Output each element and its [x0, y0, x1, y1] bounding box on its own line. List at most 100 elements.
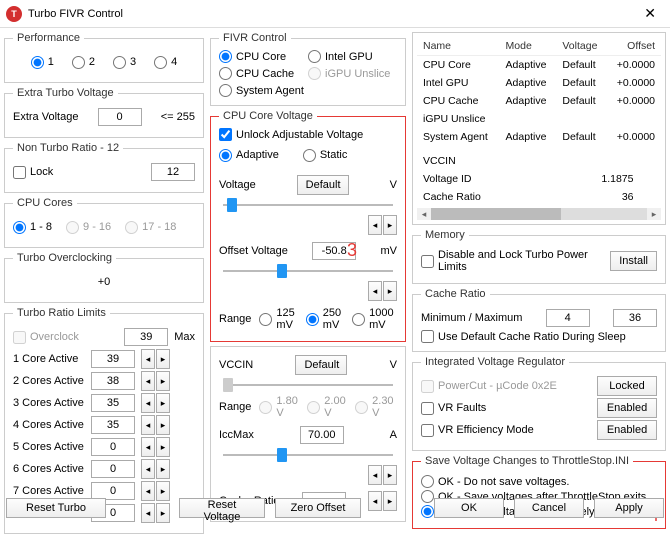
- core-value-input[interactable]: [91, 372, 135, 390]
- voltage-up[interactable]: ▸: [383, 215, 397, 235]
- core-down[interactable]: ◂: [141, 371, 155, 391]
- cores-option[interactable]: 1 - 8: [13, 221, 52, 234]
- core-row: 3 Cores Active◂▸: [13, 393, 195, 413]
- voltage-mode-option[interactable]: Static: [303, 149, 348, 162]
- offset-down[interactable]: ◂: [368, 281, 382, 301]
- performance-option[interactable]: 4: [154, 56, 177, 69]
- disable-power-limits-checkbox[interactable]: Disable and Lock Turbo Power Limits: [421, 249, 604, 273]
- fivr-option[interactable]: System Agent: [219, 84, 308, 97]
- voltage-table-group: NameModeVoltageOffset CPU CoreAdaptiveDe…: [412, 32, 666, 225]
- cpu-core-voltage-group: CPU Core Voltage 3 Unlock Adjustable Vol…: [210, 110, 406, 342]
- extra-turbo-group: Extra Turbo Voltage Extra Voltage <= 255: [4, 87, 204, 138]
- core-row: 2 Cores Active◂▸: [13, 371, 195, 391]
- cache-sleep-checkbox[interactable]: Use Default Cache Ratio During Sleep: [421, 330, 657, 343]
- vrfaults-checkbox[interactable]: VR Faults: [421, 402, 486, 415]
- core-value-input[interactable]: [91, 438, 135, 456]
- core-value-input[interactable]: [91, 416, 135, 434]
- lock-checkbox[interactable]: Lock: [13, 166, 53, 179]
- voltage-down[interactable]: ◂: [368, 215, 382, 235]
- vreff-button[interactable]: Enabled: [597, 420, 657, 440]
- table-row: iGPU Unslice: [417, 110, 661, 128]
- extra-voltage-input[interactable]: [98, 108, 142, 126]
- cancel-button[interactable]: Cancel: [514, 498, 584, 518]
- core-up[interactable]: ▸: [156, 415, 170, 435]
- core-down[interactable]: ◂: [141, 349, 155, 369]
- offset-range-option[interactable]: 1000 mV: [352, 307, 397, 331]
- install-button[interactable]: Install: [610, 251, 657, 271]
- cache-max-input[interactable]: [613, 309, 657, 327]
- offset-slider[interactable]: [219, 263, 397, 279]
- core-up[interactable]: ▸: [156, 459, 170, 479]
- performance-option[interactable]: 1: [31, 56, 54, 69]
- core-up[interactable]: ▸: [156, 371, 170, 391]
- cache-ratio-group: Cache Ratio Minimum / Maximum Use Defaul…: [412, 288, 666, 352]
- offset-up[interactable]: ▸: [383, 281, 397, 301]
- core-row: 4 Cores Active◂▸: [13, 415, 195, 435]
- powercut-locked-button[interactable]: Locked: [597, 376, 657, 396]
- vccin-default-button[interactable]: Default: [295, 355, 347, 375]
- fivr-control-group: FIVR Control CPU CoreIntel GPUCPU Cachei…: [210, 32, 406, 106]
- ok-button[interactable]: OK: [434, 498, 504, 518]
- performance-option[interactable]: 3: [113, 56, 136, 69]
- core-row: 6 Cores Active◂▸: [13, 459, 195, 479]
- core-down[interactable]: ◂: [141, 459, 155, 479]
- core-down[interactable]: ◂: [141, 437, 155, 457]
- iccmax-slider[interactable]: [219, 447, 397, 463]
- core-down[interactable]: ◂: [141, 393, 155, 413]
- app-icon: T: [6, 6, 22, 22]
- save-option[interactable]: OK - Do not save voltages.: [421, 475, 657, 488]
- apply-button[interactable]: Apply: [594, 498, 664, 518]
- vccin-slider[interactable]: [219, 377, 397, 393]
- iccmax-down[interactable]: ◂: [368, 465, 382, 485]
- core-value-input[interactable]: [91, 394, 135, 412]
- core-up[interactable]: ▸: [156, 437, 170, 457]
- unlock-voltage-checkbox[interactable]: Unlock Adjustable Voltage: [219, 128, 397, 141]
- fivr-option[interactable]: CPU Cache: [219, 67, 308, 80]
- voltage-default-button[interactable]: Default: [297, 175, 349, 195]
- voltage-mode-option[interactable]: Adaptive: [219, 149, 279, 162]
- cpu-cores-group: CPU Cores 1 - 89 - 1617 - 18: [4, 197, 204, 248]
- zero-offset-button[interactable]: Zero Offset: [275, 498, 361, 518]
- core-down[interactable]: ◂: [141, 415, 155, 435]
- fivr-option[interactable]: Intel GPU: [308, 50, 397, 63]
- annotation-3: 3: [347, 240, 357, 261]
- non-turbo-group: Non Turbo Ratio - 12 Lock: [4, 142, 204, 193]
- vreff-checkbox[interactable]: VR Efficiency Mode: [421, 424, 534, 437]
- table-row: Voltage ID1.1875: [417, 170, 661, 188]
- vccin-range-option: 2.00 V: [307, 395, 349, 419]
- cache-min-input[interactable]: [546, 309, 590, 327]
- vccin-range-option: 2.30 V: [355, 395, 397, 419]
- table-row: CPU CacheAdaptiveDefault+0.0000: [417, 92, 661, 110]
- reset-voltage-button[interactable]: Reset Voltage: [179, 498, 265, 518]
- overclock-value[interactable]: [124, 328, 168, 346]
- offset-range-option[interactable]: 250 mV: [306, 307, 346, 331]
- close-icon[interactable]: ✕: [636, 3, 664, 24]
- iccmax-input[interactable]: [300, 426, 344, 444]
- window-title: Turbo FIVR Control: [28, 8, 123, 20]
- table-row: System AgentAdaptiveDefault+0.0000: [417, 128, 661, 146]
- iccmax-up[interactable]: ▸: [383, 465, 397, 485]
- fivr-option: iGPU Unslice: [308, 67, 397, 80]
- table-scrollbar[interactable]: ◂▸: [417, 208, 661, 220]
- core-up[interactable]: ▸: [156, 393, 170, 413]
- memory-group: Memory Disable and Lock Turbo Power Limi…: [412, 229, 666, 284]
- non-turbo-input[interactable]: [151, 163, 195, 181]
- offset-range-option[interactable]: 125 mV: [259, 307, 299, 331]
- reset-turbo-button[interactable]: Reset Turbo: [6, 498, 106, 518]
- core-row: 1 Core Active◂▸: [13, 349, 195, 369]
- vccin-group: VCCIN Default V Range 1.80 V2.00 V2.30 V…: [210, 346, 406, 522]
- overclock-checkbox[interactable]: Overclock: [13, 331, 79, 344]
- core-value-input[interactable]: [91, 350, 135, 368]
- performance-option[interactable]: 2: [72, 56, 95, 69]
- cores-option: 17 - 18: [125, 221, 176, 234]
- fivr-option[interactable]: CPU Core: [219, 50, 308, 63]
- core-value-input[interactable]: [91, 460, 135, 478]
- vccin-range-option: 1.80 V: [259, 395, 301, 419]
- vrfaults-button[interactable]: Enabled: [597, 398, 657, 418]
- table-row: VCCIN: [417, 152, 661, 170]
- powercut-checkbox: PowerCut - µCode 0x2E: [421, 380, 557, 393]
- performance-legend: Performance: [13, 32, 84, 44]
- core-up[interactable]: ▸: [156, 349, 170, 369]
- ivr-group: Integrated Voltage Regulator PowerCut - …: [412, 356, 666, 451]
- voltage-slider[interactable]: [219, 197, 397, 213]
